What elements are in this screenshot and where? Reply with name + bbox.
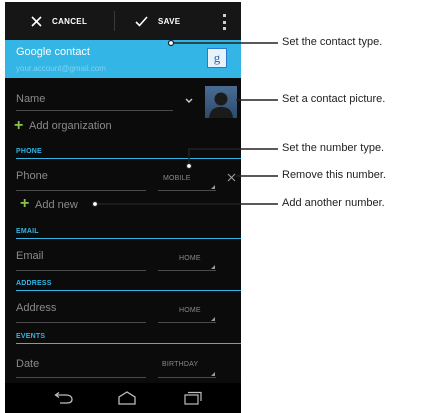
callout-add-number: Add another number. xyxy=(282,197,385,209)
callout-contact-type: Set the contact type. xyxy=(282,36,383,48)
callout-remove-number: Remove this number. xyxy=(282,169,386,181)
callout-contact-picture: Set a contact picture. xyxy=(282,93,386,105)
callout-number-type: Set the number type. xyxy=(282,142,385,154)
